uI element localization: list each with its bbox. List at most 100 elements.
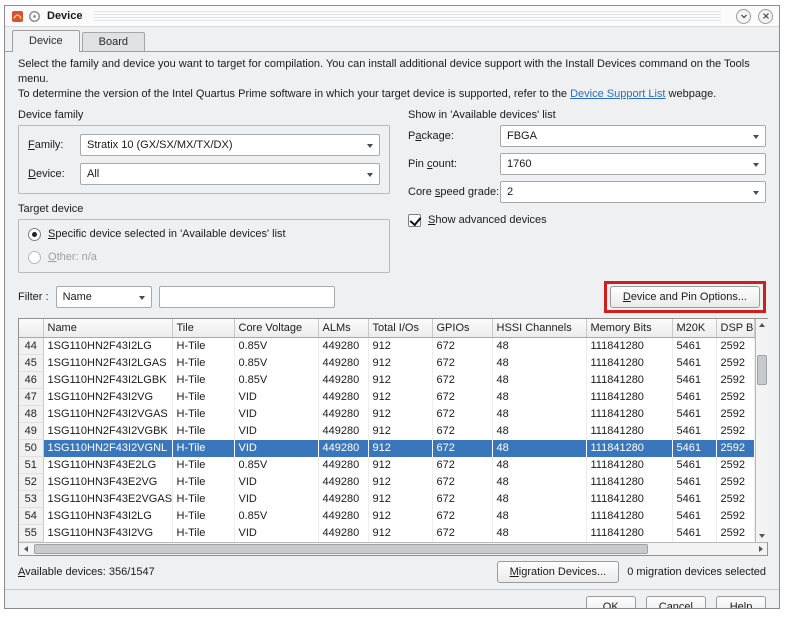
- cell-dsp-blocks[interactable]: 2592: [716, 372, 754, 389]
- cell-dsp-blocks[interactable]: 2592: [716, 423, 754, 440]
- cell-m20k[interactable]: 5461: [672, 338, 716, 355]
- cell-total-ios[interactable]: 912: [368, 338, 432, 355]
- cell-alms[interactable]: 449280: [318, 440, 368, 457]
- cell-dsp-blocks[interactable]: 2592: [716, 389, 754, 406]
- table-row[interactable]: 531SG110HN3F43E2VGASH-TileVID44928091267…: [19, 491, 754, 508]
- cell-tile[interactable]: H-Tile: [172, 508, 234, 525]
- cell-hssi-channels[interactable]: 48: [492, 423, 586, 440]
- cell-alms[interactable]: 449280: [318, 372, 368, 389]
- tab-board[interactable]: Board: [82, 32, 145, 51]
- table-row[interactable]: 481SG110HN2F43I2VGASH-TileVID44928091267…: [19, 406, 754, 423]
- cell-dsp-blocks[interactable]: 2592: [716, 457, 754, 474]
- row-number[interactable]: 51: [19, 457, 43, 474]
- cell-alms[interactable]: 449280: [318, 355, 368, 372]
- cell-hssi-channels[interactable]: 48: [492, 457, 586, 474]
- row-number[interactable]: 45: [19, 355, 43, 372]
- cell-hssi-channels[interactable]: 48: [492, 525, 586, 542]
- row-number[interactable]: 44: [19, 338, 43, 355]
- row-number[interactable]: 46: [19, 372, 43, 389]
- cell-name[interactable]: 1SG110HN2F43I2VGNL: [43, 440, 172, 457]
- cell-name[interactable]: 1SG110HN2F43I2VGAS: [43, 406, 172, 423]
- cell-m20k[interactable]: 5461: [672, 355, 716, 372]
- table-row[interactable]: 551SG110HN3F43I2VGH-TileVID4492809126724…: [19, 525, 754, 542]
- cell-name[interactable]: 1SG110HN3F43E2VG: [43, 474, 172, 491]
- column-header[interactable]: M20K: [672, 319, 716, 338]
- cell-gpios[interactable]: 672: [432, 372, 492, 389]
- cell-hssi-channels[interactable]: 48: [492, 508, 586, 525]
- pin-count-select[interactable]: 1760: [500, 153, 766, 175]
- cell-total-ios[interactable]: 912: [368, 389, 432, 406]
- cell-m20k[interactable]: 5461: [672, 406, 716, 423]
- cell-hssi-channels[interactable]: 48: [492, 440, 586, 457]
- scroll-down-icon[interactable]: [756, 530, 768, 542]
- table-row[interactable]: 441SG110HN2F43I2LGH-Tile0.85V44928091267…: [19, 338, 754, 355]
- scroll-up-icon[interactable]: [756, 319, 768, 331]
- cell-memory-bits[interactable]: 111841280: [586, 372, 672, 389]
- column-header[interactable]: DSP Bl: [716, 319, 754, 338]
- cell-gpios[interactable]: 672: [432, 355, 492, 372]
- cell-tile[interactable]: H-Tile: [172, 491, 234, 508]
- cell-tile[interactable]: H-Tile: [172, 440, 234, 457]
- cell-dsp-blocks[interactable]: 2592: [716, 474, 754, 491]
- column-header[interactable]: Tile: [172, 319, 234, 338]
- cell-dsp-blocks[interactable]: 2592: [716, 440, 754, 457]
- titlebar[interactable]: Device: [5, 6, 779, 27]
- row-number[interactable]: 47: [19, 389, 43, 406]
- core-speed-select[interactable]: 2: [500, 181, 766, 203]
- family-select[interactable]: Stratix 10 (GX/SX/MX/TX/DX): [80, 134, 380, 156]
- cell-m20k[interactable]: 5461: [672, 457, 716, 474]
- table-row[interactable]: 541SG110HN3F43I2LGH-Tile0.85V44928091267…: [19, 508, 754, 525]
- cell-total-ios[interactable]: 912: [368, 525, 432, 542]
- cell-memory-bits[interactable]: 111841280: [586, 338, 672, 355]
- cell-name[interactable]: 1SG110HN3F43E2LG: [43, 457, 172, 474]
- cell-hssi-channels[interactable]: 48: [492, 355, 586, 372]
- cell-core-voltage[interactable]: VID: [234, 440, 318, 457]
- show-advanced-checkbox[interactable]: Show advanced devices: [408, 214, 766, 227]
- cell-core-voltage[interactable]: 0.85V: [234, 338, 318, 355]
- cell-core-voltage[interactable]: 0.85V: [234, 355, 318, 372]
- cell-tile[interactable]: H-Tile: [172, 338, 234, 355]
- cell-memory-bits[interactable]: 111841280: [586, 389, 672, 406]
- table-row[interactable]: 461SG110HN2F43I2LGBKH-Tile0.85V449280912…: [19, 372, 754, 389]
- cell-gpios[interactable]: 672: [432, 406, 492, 423]
- cell-total-ios[interactable]: 912: [368, 355, 432, 372]
- column-header[interactable]: Core Voltage: [234, 319, 318, 338]
- device-and-pin-options-button[interactable]: Device and Pin Options...: [610, 286, 760, 308]
- row-number[interactable]: 49: [19, 423, 43, 440]
- cell-name[interactable]: 1SG110HN3F43E2VGAS: [43, 491, 172, 508]
- cell-memory-bits[interactable]: 111841280: [586, 491, 672, 508]
- row-number[interactable]: 50: [19, 440, 43, 457]
- row-number[interactable]: 55: [19, 525, 43, 542]
- cell-core-voltage[interactable]: 0.85V: [234, 457, 318, 474]
- cell-tile[interactable]: H-Tile: [172, 474, 234, 491]
- vertical-scrollbar[interactable]: [755, 319, 768, 542]
- vertical-scrollbar-track[interactable]: [756, 331, 768, 530]
- tab-device[interactable]: Device: [12, 30, 80, 52]
- cell-tile[interactable]: H-Tile: [172, 355, 234, 372]
- cell-memory-bits[interactable]: 111841280: [586, 508, 672, 525]
- cell-memory-bits[interactable]: 111841280: [586, 474, 672, 491]
- cell-memory-bits[interactable]: 111841280: [586, 423, 672, 440]
- cell-name[interactable]: 1SG110HN2F43I2LGBK: [43, 372, 172, 389]
- cell-m20k[interactable]: 5461: [672, 423, 716, 440]
- cell-hssi-channels[interactable]: 48: [492, 338, 586, 355]
- cell-alms[interactable]: 449280: [318, 338, 368, 355]
- cell-hssi-channels[interactable]: 48: [492, 389, 586, 406]
- cell-dsp-blocks[interactable]: 2592: [716, 491, 754, 508]
- help-button[interactable]: Help: [716, 596, 766, 609]
- cell-alms[interactable]: 449280: [318, 474, 368, 491]
- column-header[interactable]: Memory Bits: [586, 319, 672, 338]
- package-select[interactable]: FBGA: [500, 125, 766, 147]
- migration-devices-button[interactable]: Migration Devices...: [497, 561, 620, 583]
- cell-gpios[interactable]: 672: [432, 457, 492, 474]
- cell-alms[interactable]: 449280: [318, 406, 368, 423]
- column-header[interactable]: ALMs: [318, 319, 368, 338]
- table-row[interactable]: 451SG110HN2F43I2LGASH-Tile0.85V449280912…: [19, 355, 754, 372]
- cell-alms[interactable]: 449280: [318, 491, 368, 508]
- cell-gpios[interactable]: 672: [432, 508, 492, 525]
- device-support-list-link[interactable]: Device Support List: [570, 88, 665, 100]
- cell-name[interactable]: 1SG110HN2F43I2VGBK: [43, 423, 172, 440]
- cell-memory-bits[interactable]: 111841280: [586, 355, 672, 372]
- table-row[interactable]: 491SG110HN2F43I2VGBKH-TileVID44928091267…: [19, 423, 754, 440]
- cell-m20k[interactable]: 5461: [672, 525, 716, 542]
